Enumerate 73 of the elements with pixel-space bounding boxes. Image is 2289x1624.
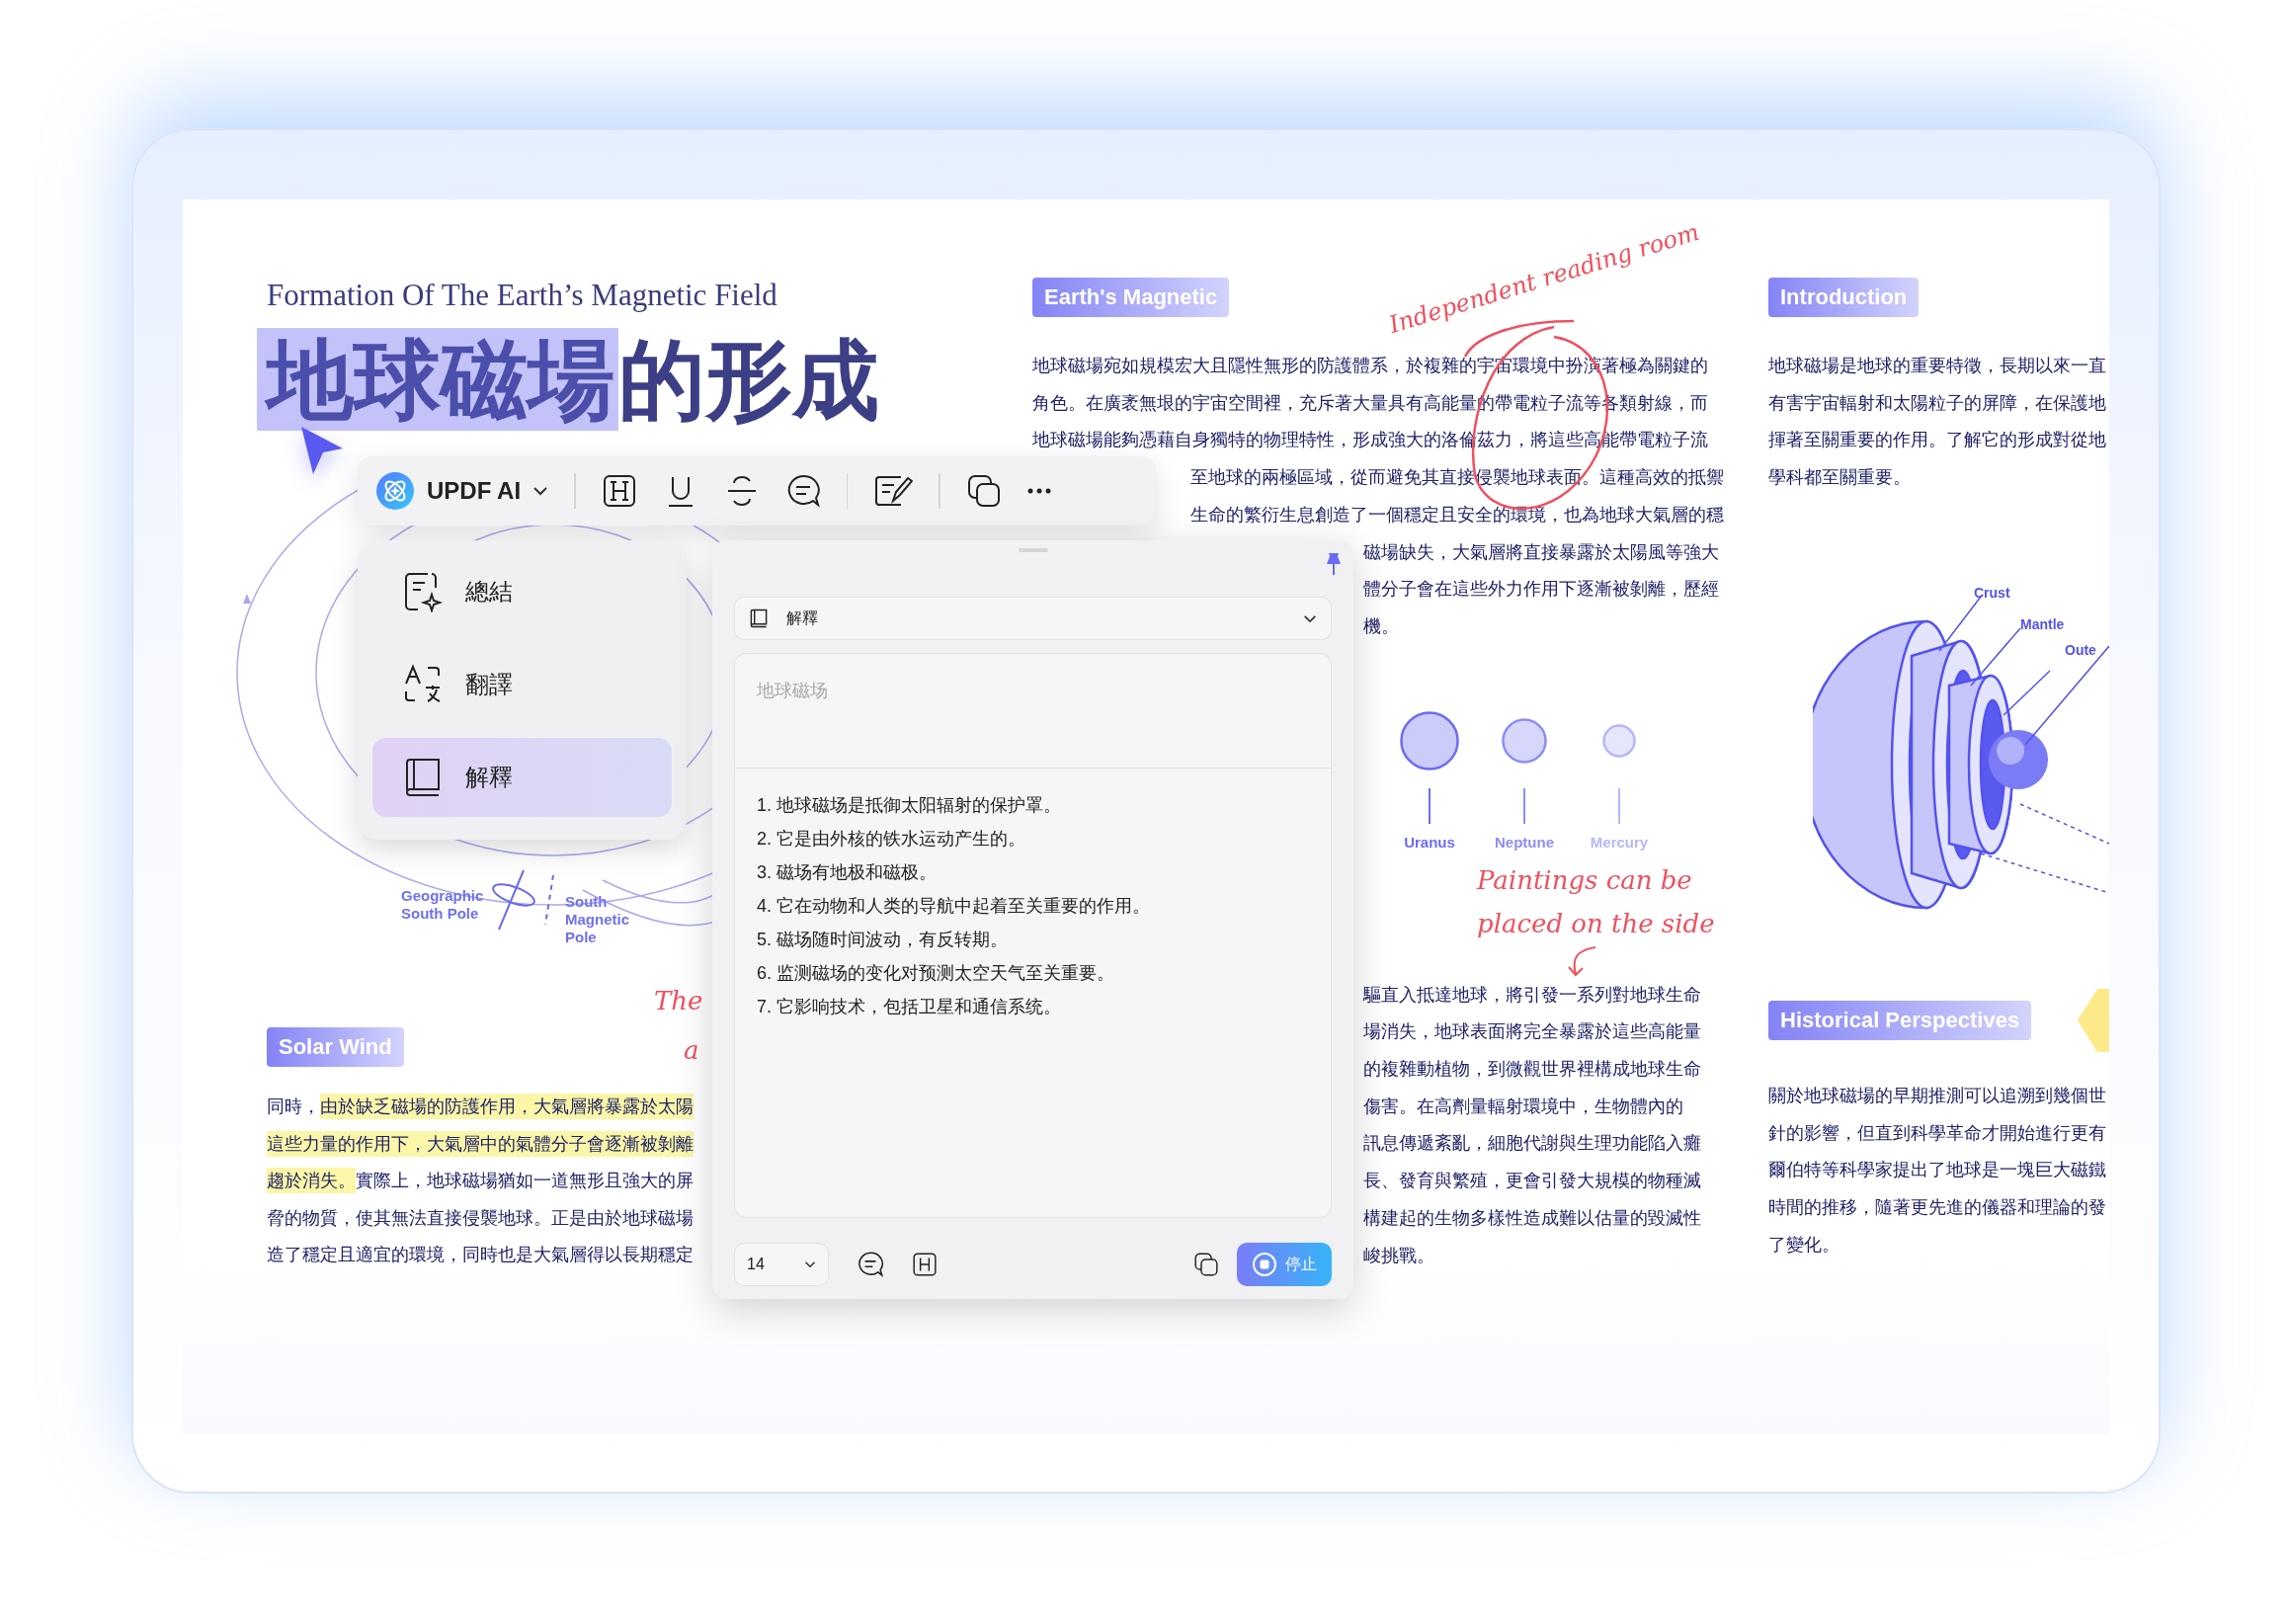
pointer-cursor-icon <box>299 425 345 476</box>
section-heading: Historical Perspectives <box>1768 1000 2032 1040</box>
result-item: 1. 地球磁场是抵御太阳辐射的保护罩。 <box>757 794 1062 817</box>
paragraph-line: 驅直入抵達地球，將引發一系列對地球生命 <box>1363 983 1701 1007</box>
menu-item[interactable]: 解釋 <box>372 738 672 817</box>
ai-logo-icon <box>375 471 415 511</box>
document-subtitle: Formation Of The Earth’s Magnetic Field <box>267 278 777 313</box>
section-heading: Introduction <box>1768 278 1920 317</box>
planet-label: Uranus <box>1404 833 1455 851</box>
paragraph-line: 學科都至關重要。 <box>1768 466 1912 490</box>
paragraph-line: 長、發育與繁殖，更會引發大規模的物種滅 <box>1363 1170 1701 1193</box>
result-item: 7. 它影响技术，包括卫星和通信系统。 <box>757 996 1062 1018</box>
menu-item[interactable]: 翻譯 <box>372 645 672 724</box>
paragraph-line: 峻挑戰。 <box>1363 1244 1435 1267</box>
handwritten-note: a <box>684 1035 699 1065</box>
section-heading: Solar Wind <box>267 1027 404 1067</box>
paragraph-line: 的複雜動植物，到微觀世界裡構成地球生命 <box>1363 1058 1701 1082</box>
chevron-down-icon <box>804 1260 816 1268</box>
planet-icon <box>1502 717 1547 764</box>
heading-icon[interactable] <box>601 473 637 509</box>
diagram-label: Geographic South Pole <box>401 887 485 923</box>
paragraph-line: 地球磁場是地球的重要特徵，長期以來一直 <box>1768 355 2107 377</box>
section-heading: Earth's Magnetic <box>1032 278 1230 317</box>
paragraph-line: 爾伯特等科學家提出了地球是一塊巨大磁鐵 <box>1768 1159 2107 1182</box>
pin-icon[interactable] <box>1326 552 1342 576</box>
sticky-note-icon <box>2078 988 2109 1052</box>
planet-label: Neptune <box>1495 833 1554 851</box>
copy-icon[interactable] <box>1193 1252 1219 1277</box>
paragraph-line: 揮著至關重要的作用。了解它的形成對從地 <box>1768 429 2107 452</box>
paragraph-line: 傷害。在高劑量輻射環境中，生物體內的 <box>1363 1095 1684 1118</box>
chevron-down-icon <box>1303 613 1317 623</box>
result-item: 6. 监测磁场的变化对预测太空天气至关重要。 <box>757 962 1115 985</box>
result-item: 2. 它是由外核的铁水运动产生的。 <box>757 828 1026 851</box>
paragraph-line: 場消失，地球表面將完全暴露於這些高能量 <box>1363 1020 1701 1044</box>
font-size-dropdown[interactable]: 14 <box>734 1243 829 1286</box>
paragraph-line: 針的影響，但直到科學革命才開始進行更有 <box>1768 1121 2107 1145</box>
paragraph-line: 構建起的生物多樣性造成難以估量的毀滅性 <box>1363 1206 1701 1230</box>
summary-icon <box>402 571 444 612</box>
stop-icon <box>1252 1252 1277 1277</box>
result-item: 5. 磁场随时间波动，有反转期。 <box>757 929 1009 951</box>
planet-icon <box>1602 723 1636 758</box>
edit-icon[interactable] <box>873 473 914 509</box>
paragraph-line: 時間的推移，隨著更先進的儀器和理論的發 <box>1768 1195 2107 1219</box>
menu-item[interactable]: 總結 <box>372 552 672 631</box>
handwritten-note: The <box>654 986 703 1015</box>
paragraph-line: 體分子會在這些外力作用下逐漸被剝離，歷經 <box>1363 578 1720 602</box>
paragraph-line: 脅的物質，使其無法直接侵襲地球。正是由於地球磁場 <box>267 1206 695 1230</box>
paragraph-line: 趨於消失。實際上，地球磁場猶如一道無形且強大的屏 <box>267 1163 709 1200</box>
document-title: 地球磁場的形成 <box>257 328 879 431</box>
copy-icon[interactable] <box>965 473 1002 509</box>
paragraph-line: 訊息傳遞紊亂，細胞代謝與生理功能陷入癱 <box>1363 1132 1701 1156</box>
paragraph-line: 磁場缺失，大氣層將直接暴露於太陽風等強大 <box>1363 540 1720 564</box>
prompt-field[interactable]: 地球磁场 <box>735 654 1331 769</box>
book-icon <box>749 609 769 628</box>
paragraph-line: 有害宇宙輻射和太陽粒子的屏障，在保護地 <box>1768 391 2107 415</box>
paragraph-line: 了變化。 <box>1768 1233 1840 1257</box>
result-item: 4. 它在动物和人类的导航中起着至关重要的作用。 <box>757 895 1151 918</box>
comment-icon[interactable] <box>857 1251 884 1278</box>
layer-label: Mantle <box>2020 615 2065 632</box>
layer-label: Crust <box>1974 584 2010 601</box>
layer-label: Oute <box>2065 641 2096 658</box>
mode-dropdown[interactable]: 解釋 <box>734 597 1332 640</box>
handwritten-note: Paintings can be placed on the side <box>1477 863 1716 940</box>
ai-assistant-button[interactable]: UPDF AI <box>375 471 549 511</box>
paragraph-line: 關於地球磁場的早期推測可以追溯到幾個世 <box>1768 1084 2107 1107</box>
paragraph-line: 機。 <box>1363 614 1400 638</box>
heading-icon[interactable] <box>912 1252 938 1277</box>
planet-icon <box>1400 710 1459 771</box>
paragraph-line: 造了穩定且適宜的環境，同時也是大氣層得以長期穩定 <box>267 1244 695 1266</box>
more-icon[interactable] <box>1026 488 1051 494</box>
chevron-down-icon <box>532 486 549 496</box>
planet-label: Mercury <box>1590 833 1649 851</box>
result-item: 3. 磁场有地极和磁极。 <box>757 861 938 884</box>
